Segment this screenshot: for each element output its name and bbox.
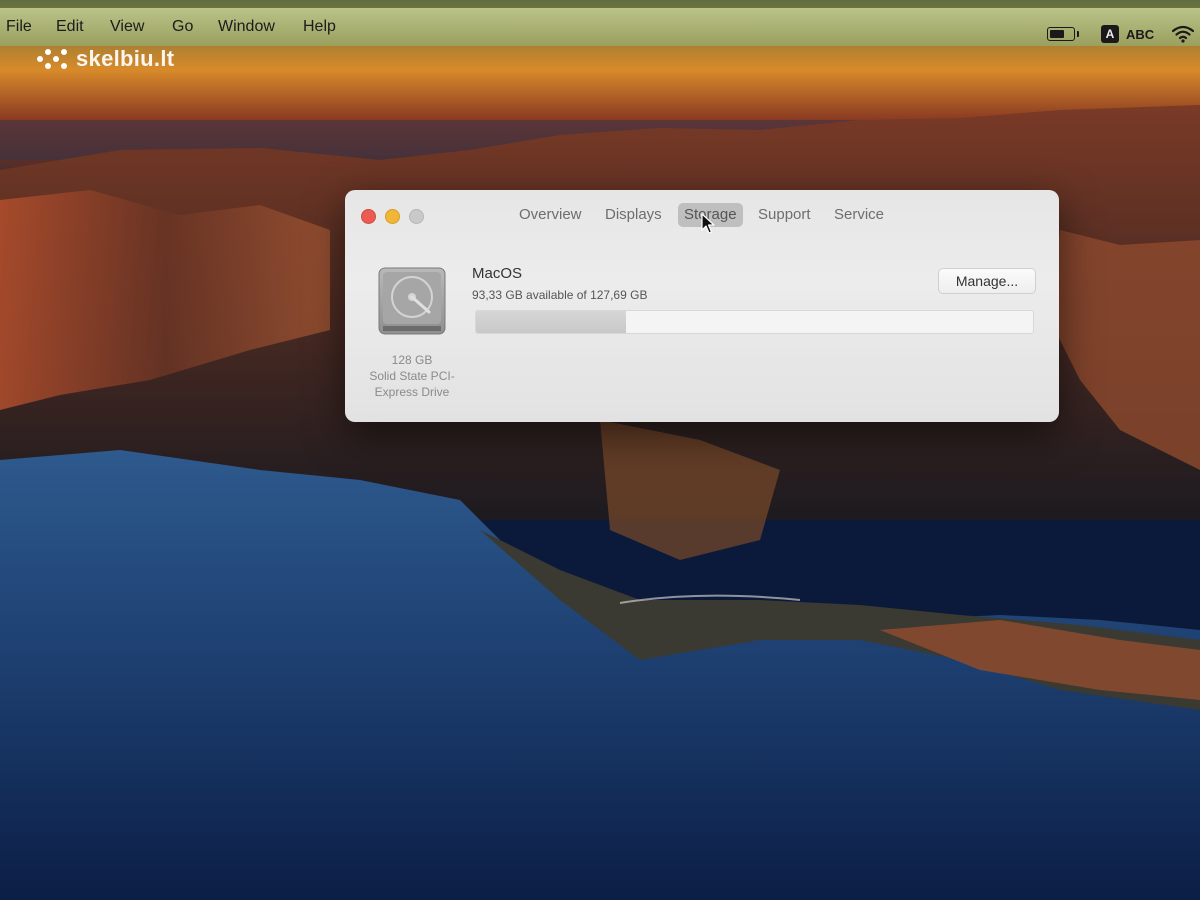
disk-type-line-2: Express Drive — [374, 385, 450, 399]
menu-help[interactable]: Help — [303, 18, 336, 36]
zoom-button — [409, 209, 424, 224]
watermark: skelbiu.lt — [34, 46, 174, 72]
menu-go[interactable]: Go — [172, 18, 193, 36]
input-source-label[interactable]: ABC — [1126, 27, 1154, 42]
watermark-text: skelbiu.lt — [76, 46, 175, 71]
storage-usage-bar — [475, 310, 1034, 334]
menu-edit[interactable]: Edit — [56, 18, 84, 36]
input-source-icon[interactable]: A — [1101, 25, 1119, 43]
wallpaper — [0, 0, 1200, 900]
tab-overview[interactable]: Overview — [513, 203, 588, 227]
disk-type-label: Solid State PCI- Express Drive — [357, 368, 467, 400]
minimize-button[interactable] — [385, 209, 400, 224]
volume-name: MacOS — [472, 265, 523, 282]
wifi-icon[interactable] — [1172, 25, 1194, 43]
menu-bar: File Edit View Go Window Help A ABC — [0, 8, 1200, 46]
menu-view[interactable]: View — [110, 18, 144, 36]
tab-support[interactable]: Support — [752, 203, 817, 227]
menu-window[interactable]: Window — [218, 18, 275, 36]
manage-button[interactable]: Manage... — [938, 268, 1036, 294]
tab-service[interactable]: Service — [828, 203, 890, 227]
battery-icon[interactable] — [1047, 27, 1079, 41]
battery-level — [1050, 30, 1064, 38]
tab-displays[interactable]: Displays — [599, 203, 668, 227]
close-button[interactable] — [361, 209, 376, 224]
hard-drive-icon — [378, 267, 446, 335]
mouse-pointer-icon — [701, 213, 715, 234]
menu-file[interactable]: File — [6, 18, 32, 36]
disk-size-label: 128 GB — [391, 353, 433, 367]
watermark-logo-icon — [37, 49, 67, 69]
desktop: File Edit View Go Window Help A ABC skel… — [0, 0, 1200, 900]
storage-used-segment — [476, 311, 626, 333]
volume-availability: 93,33 GB available of 127,69 GB — [472, 288, 648, 302]
disk-type-line-1: Solid State PCI- — [369, 369, 455, 383]
